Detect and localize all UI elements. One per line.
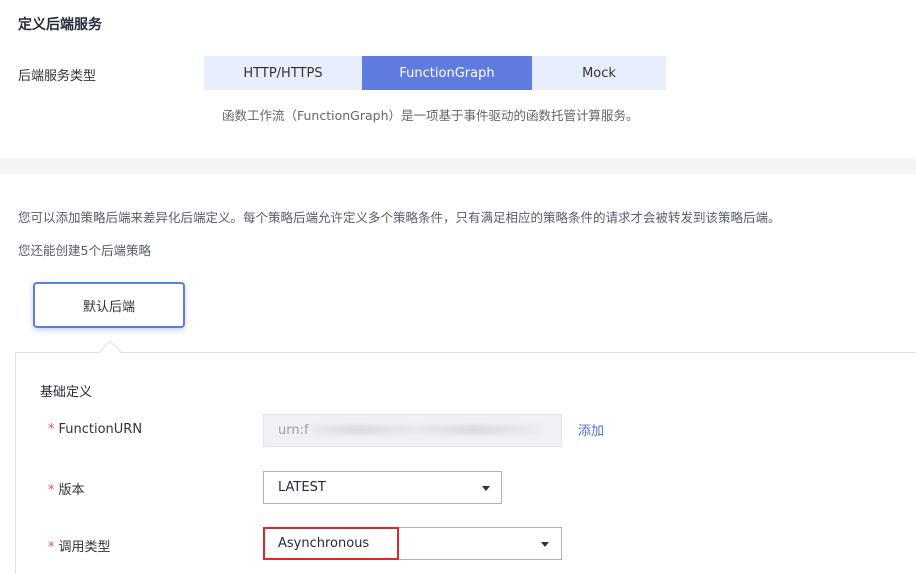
version-label: * 版本 [48,483,85,498]
basic-definition-title: 基础定义 [40,385,93,400]
policy-info-text: 您可以添加策略后端来差异化后端定义。每个策略后端允许定义多个策略条件，只有满足相… [18,210,781,225]
backend-type-functiongraph-button[interactable]: FunctionGraph [362,56,532,90]
chevron-down-icon [541,542,549,547]
function-urn-label: * FunctionURN [48,422,143,437]
section-title: 定义后端服务 [18,17,102,33]
redacted-urn-blur [312,425,542,435]
backend-type-label: 后端服务类型 [18,69,97,84]
policy-remaining-text: 您还能创建5个后端策略 [18,243,151,258]
backend-type-segmented-control: HTTP/HTTPS FunctionGraph Mock [204,56,666,90]
backend-type-description: 函数工作流（FunctionGraph）是一项基于事件驱动的函数托管计算服务。 [222,108,639,123]
highlight-annotation-box [263,527,399,560]
add-function-urn-link[interactable]: 添加 [578,420,604,439]
default-backend-tab[interactable]: 默认后端 [33,282,185,328]
chevron-down-icon [482,486,490,491]
function-urn-value: urn:f [278,423,309,438]
invocation-type-label: * 调用类型 [48,540,111,555]
required-mark: * [48,483,55,498]
section-divider [0,158,916,174]
required-mark: * [48,540,55,555]
backend-type-http-button[interactable]: HTTP/HTTPS [204,56,362,90]
required-mark: * [48,422,55,437]
version-select-value: LATEST [278,480,326,495]
backend-type-mock-button[interactable]: Mock [532,56,666,90]
version-select[interactable]: LATEST [263,471,502,504]
